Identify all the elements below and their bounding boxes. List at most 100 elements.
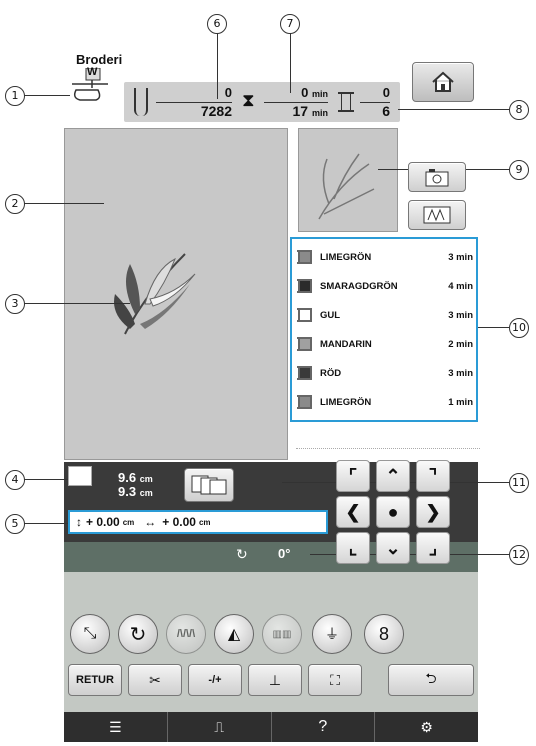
stats-bar: 0 7282 ⧗ 0 min 17 min 0 6 xyxy=(124,82,400,122)
size-icon xyxy=(68,466,92,486)
thread-name: GUL xyxy=(320,309,341,321)
thread-name: RÖD xyxy=(320,367,342,379)
thread-row[interactable]: RÖD 3 min xyxy=(292,360,479,386)
needle-count-button[interactable]: -/+ xyxy=(188,664,242,696)
page-title: Broderi xyxy=(76,52,123,67)
callout-1: 1 xyxy=(5,86,25,106)
array-button[interactable]: ▥▥ xyxy=(262,614,302,654)
color-current: 0 xyxy=(382,85,390,100)
move-right-button[interactable]: ❯ xyxy=(416,496,450,528)
home-icon xyxy=(432,71,454,92)
memory-button[interactable]: ⮌ xyxy=(388,664,474,696)
thread-spool-icon xyxy=(297,366,312,380)
thread-row[interactable]: GUL 3 min xyxy=(292,302,479,328)
rotate-circle-icon: ↻ xyxy=(129,623,147,646)
spool-icon xyxy=(338,92,354,112)
thread-spool-icon xyxy=(297,395,312,409)
size-button[interactable]: ⤡ xyxy=(70,614,110,654)
move-down-button[interactable]: ⌄ xyxy=(376,532,410,564)
presser-foot-icon: W xyxy=(68,66,114,104)
figure-eight-icon: 8 xyxy=(378,623,389,644)
thread-spool-icon xyxy=(297,250,312,264)
time-current: 0 xyxy=(301,85,309,100)
trial-button[interactable]: ⛶ xyxy=(308,664,362,696)
mirror-icon: ◭ xyxy=(227,626,241,643)
move-down-right-button[interactable]: ⌟ xyxy=(416,532,450,564)
move-up-button[interactable]: ⌃ xyxy=(376,460,410,492)
thread-name: SMARAGDGRÖN xyxy=(320,280,398,292)
size-width: 9.3 xyxy=(118,484,137,499)
hoop-select-button[interactable] xyxy=(184,468,234,502)
time-total: 17 xyxy=(292,103,309,119)
callout-11: 11 xyxy=(509,473,529,493)
density-icon: /\/\/\ xyxy=(176,628,196,640)
retur-button[interactable]: RETUR xyxy=(68,664,122,696)
thread-spool-icon xyxy=(297,279,312,293)
hoop-icon xyxy=(191,475,227,495)
callout-12: 12 xyxy=(509,545,529,565)
camera-icon xyxy=(425,169,449,187)
document-icon: ☰ xyxy=(109,718,122,735)
leaf-pattern-icon xyxy=(114,253,196,335)
position-v: + 0.00 xyxy=(86,515,120,529)
position-h: + 0.00 xyxy=(162,515,196,529)
density-button[interactable]: /\/\/\ xyxy=(166,614,206,654)
callout-6: 6 xyxy=(207,14,227,34)
footer-help-button[interactable]: ? xyxy=(272,712,376,742)
center-button[interactable]: ● xyxy=(376,496,410,528)
move-up-right-button[interactable]: ⌝ xyxy=(416,460,450,492)
hourglass-icon: ⧗ xyxy=(242,90,255,110)
move-up-left-button[interactable]: ⌜ xyxy=(336,460,370,492)
move-left-button[interactable]: ❮ xyxy=(336,496,370,528)
camera-button[interactable] xyxy=(408,162,466,192)
needle-icon xyxy=(134,88,148,116)
save-pocket-icon: ⮌ xyxy=(425,670,437,686)
array-icon: ▥▥ xyxy=(272,628,292,640)
move-down-left-button[interactable]: ⌞ xyxy=(336,532,370,564)
mirror-button[interactable]: ◭ xyxy=(214,614,254,654)
size-height-unit: cm xyxy=(139,474,153,484)
trial-frame-icon: ⛶ xyxy=(330,671,340,688)
size-height: 9.6 xyxy=(118,470,137,485)
time-total-unit: min xyxy=(311,108,328,118)
thread-row[interactable]: SMARAGDGRÖN 4 min xyxy=(292,273,479,299)
border-button[interactable]: 8 xyxy=(364,614,404,654)
foot-letter: W xyxy=(87,66,98,78)
rotate-button[interactable]: ↻ xyxy=(118,614,158,654)
rotate-icon: ↻ xyxy=(236,546,248,562)
thread-name: LIMEGRÖN xyxy=(320,396,372,408)
position-h-unit: cm xyxy=(198,517,211,527)
thread-row[interactable]: MANDARIN 2 min xyxy=(292,331,479,357)
home-button[interactable] xyxy=(412,62,474,102)
rotation-value: 0° xyxy=(278,546,291,561)
stitch-current: 0 xyxy=(224,85,232,100)
thread-spool-icon xyxy=(297,337,312,351)
thread-color-button[interactable]: ⏚ xyxy=(312,614,352,654)
help-label: ? xyxy=(318,718,328,735)
callout-3: 3 xyxy=(5,294,25,314)
callout-8: 8 xyxy=(509,100,529,120)
stitch-total: 7282 xyxy=(200,103,232,119)
thread-time: 3 min xyxy=(448,309,473,321)
thread-row[interactable]: LIMEGRÖN 1 min xyxy=(292,389,479,415)
jump-stitch-trim-button[interactable]: ✂ xyxy=(128,664,182,696)
starting-point-button[interactable]: ⊥ xyxy=(248,664,302,696)
thread-row[interactable]: LIMEGRÖN 3 min xyxy=(292,244,479,270)
callout-10: 10 xyxy=(509,318,529,338)
footer-settings-button[interactable]: ⚙ xyxy=(375,712,478,742)
resize-icon: ⤡ xyxy=(83,625,97,642)
footer-list-button[interactable]: ☰ xyxy=(64,712,168,742)
callout-2: 2 xyxy=(5,194,25,214)
thread-spool-icon xyxy=(297,308,312,322)
sewing-machine-icon: ⎍ xyxy=(214,718,225,735)
thread-time: 1 min xyxy=(448,396,473,408)
footer-machine-button[interactable]: ⎍ xyxy=(168,712,272,742)
thread-time: 4 min xyxy=(448,280,473,292)
thread-name: MANDARIN xyxy=(320,338,372,350)
time-current-unit: min xyxy=(311,89,328,99)
thread-name: LIMEGRÖN xyxy=(320,251,372,263)
stitch-simulator-button[interactable] xyxy=(408,200,466,230)
embroidery-preview[interactable] xyxy=(64,128,288,460)
position-display: ↕ + 0.00 cm ↔ + 0.00 cm xyxy=(68,510,328,534)
spool-color-icon: ⏚ xyxy=(325,626,339,642)
